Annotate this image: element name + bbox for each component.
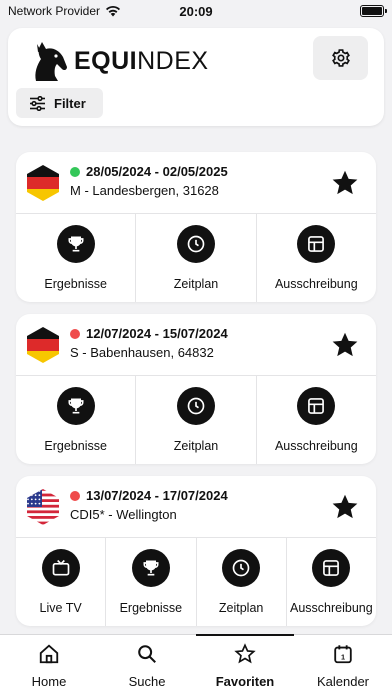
trophy-icon xyxy=(56,387,95,425)
tab-label: Favoriten xyxy=(215,674,275,689)
trophy-icon xyxy=(56,225,95,263)
tab-label: Kalender xyxy=(316,674,370,689)
clock-icon xyxy=(176,387,215,425)
status-bar: Network Provider 20:09 xyxy=(0,0,392,22)
tab-bar: Home Suche Favoriten 1 Kalender xyxy=(0,634,392,696)
status-left: Network Provider xyxy=(8,4,121,18)
event-date-range: 13/07/2024 - 17/07/2024 xyxy=(86,488,228,503)
battery-level xyxy=(362,7,382,15)
tab-label: Home xyxy=(31,674,67,689)
tv-icon xyxy=(41,549,80,587)
clock-time: 20:09 xyxy=(179,3,213,19)
home-icon xyxy=(38,643,60,668)
action-label: Ausschreibung xyxy=(290,601,373,615)
action-label: Zeitplan xyxy=(218,601,264,615)
favorite-star-icon[interactable] xyxy=(330,330,360,360)
action-ausschreibung[interactable]: Ausschreibung xyxy=(257,376,376,464)
tab-kalender[interactable]: 1 Kalender xyxy=(294,635,392,696)
action-label: Ergebnisse xyxy=(119,601,183,615)
event-dates: 12/07/2024 - 15/07/2024 xyxy=(70,326,228,341)
grid-icon xyxy=(312,549,351,587)
grid-icon xyxy=(297,225,336,263)
action-ergebnisse[interactable]: Ergebnisse xyxy=(16,376,137,464)
horse-logo-icon xyxy=(35,42,67,81)
action-live-tv[interactable]: Live TV xyxy=(16,538,107,626)
action-ergebnisse[interactable]: Ergebnisse xyxy=(106,538,197,626)
search-icon xyxy=(136,643,158,668)
gear-icon xyxy=(331,49,350,67)
header-card: EQUINDEX Filter xyxy=(8,28,384,126)
settings-button[interactable] xyxy=(313,36,368,80)
event-card[interactable]: 28/05/2024 - 02/05/2025 M - Landesbergen,… xyxy=(16,152,376,302)
logo-wordmark: EQUINDEX xyxy=(74,46,209,75)
event-card[interactable]: 13/07/2024 - 17/07/2024 CDI5* - Wellingto… xyxy=(16,476,376,626)
action-label: Ergebnisse xyxy=(44,277,107,291)
action-label: Zeitplan xyxy=(173,277,219,291)
status-dot xyxy=(70,166,80,177)
action-label: Ausschreibung xyxy=(274,439,358,453)
event-date-range: 28/05/2024 - 02/05/2025 xyxy=(86,164,228,179)
event-location: CDI5* - Wellington xyxy=(70,507,177,522)
action-label: Zeitplan xyxy=(173,439,219,453)
status-right xyxy=(360,5,387,17)
clock-icon xyxy=(222,549,261,587)
germany-flag-icon xyxy=(25,326,61,364)
calendar-icon: 1 xyxy=(332,643,354,668)
event-header: 28/05/2024 - 02/05/2025 M - Landesbergen,… xyxy=(16,152,376,214)
event-location: M - Landesbergen, 31628 xyxy=(70,183,219,198)
event-actions: Live TV Ergebnisse Zeitplan Ausschreibung xyxy=(16,538,376,626)
action-label: Live TV xyxy=(39,601,82,615)
event-header: 13/07/2024 - 17/07/2024 CDI5* - Wellingto… xyxy=(16,476,376,538)
event-dates: 13/07/2024 - 17/07/2024 xyxy=(70,488,228,503)
usa-flag-icon xyxy=(25,488,61,526)
event-location: S - Babenhausen, 64832 xyxy=(70,345,214,360)
action-zeitplan[interactable]: Zeitplan xyxy=(136,376,257,464)
tab-suche[interactable]: Suche xyxy=(98,635,196,696)
event-dates: 28/05/2024 - 02/05/2025 xyxy=(70,164,228,179)
action-label: Ausschreibung xyxy=(274,277,358,291)
filter-button[interactable]: Filter xyxy=(16,88,103,118)
event-actions: Ergebnisse Zeitplan Ausschreibung xyxy=(16,376,376,464)
tab-favoriten[interactable]: Favoriten xyxy=(196,634,294,696)
action-label: Ergebnisse xyxy=(44,439,107,453)
action-ausschreibung[interactable]: Ausschreibung xyxy=(257,214,376,302)
event-actions: Ergebnisse Zeitplan Ausschreibung xyxy=(16,214,376,302)
status-dot xyxy=(70,490,80,501)
filter-label: Filter xyxy=(54,95,86,111)
grid-icon xyxy=(297,387,336,425)
event-card[interactable]: 12/07/2024 - 15/07/2024 S - Babenhausen, … xyxy=(16,314,376,464)
svg-text:1: 1 xyxy=(341,653,345,662)
action-zeitplan[interactable]: Zeitplan xyxy=(197,538,287,626)
wifi-icon xyxy=(106,6,121,17)
tab-home[interactable]: Home xyxy=(0,635,98,696)
favorite-star-icon[interactable] xyxy=(330,492,360,522)
sliders-icon xyxy=(30,95,45,111)
favorite-star-icon[interactable] xyxy=(330,168,360,198)
app-logo: EQUINDEX xyxy=(28,40,209,82)
star-icon xyxy=(234,643,256,668)
tab-label: Suche xyxy=(128,674,166,689)
action-ergebnisse[interactable]: Ergebnisse xyxy=(16,214,137,302)
battery-icon xyxy=(360,5,387,17)
trophy-icon xyxy=(131,549,170,587)
status-dot xyxy=(70,328,80,339)
event-header: 12/07/2024 - 15/07/2024 S - Babenhausen, … xyxy=(16,314,376,376)
germany-flag-icon xyxy=(25,164,61,202)
carrier-label: Network Provider xyxy=(8,4,101,18)
event-date-range: 12/07/2024 - 15/07/2024 xyxy=(86,326,228,341)
clock-icon xyxy=(176,225,215,263)
action-ausschreibung[interactable]: Ausschreibung xyxy=(287,538,376,626)
action-zeitplan[interactable]: Zeitplan xyxy=(136,214,257,302)
